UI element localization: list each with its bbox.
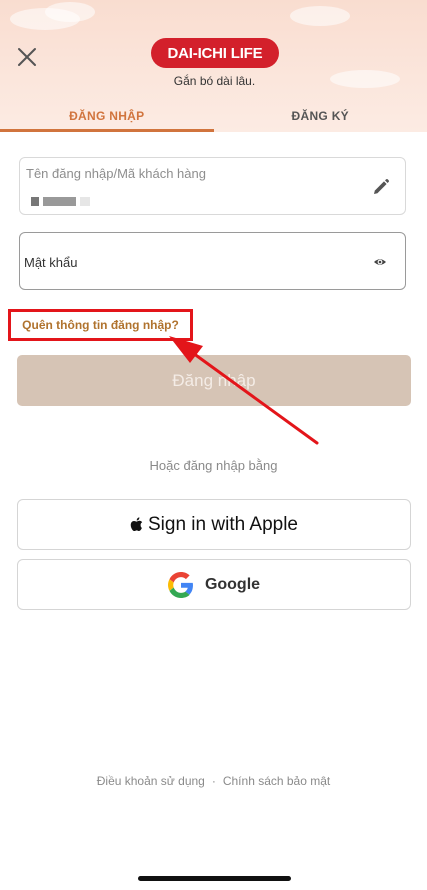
tab-register[interactable]: ĐĂNG KÝ: [214, 99, 427, 132]
cloud-decoration: [45, 2, 95, 22]
forgot-highlight-box: Quên thông tin đăng nhập?: [8, 309, 193, 341]
footer-separator: ·: [211, 774, 216, 788]
home-indicator: [138, 876, 291, 881]
tab-login[interactable]: ĐĂNG NHẬP: [0, 99, 214, 132]
close-button[interactable]: [14, 44, 40, 70]
login-button[interactable]: Đăng nhập: [17, 355, 411, 406]
username-label: Tên đăng nhập/Mã khách hàng: [26, 166, 206, 181]
or-login-with-text: Hoặc đăng nhập bằng: [149, 458, 278, 473]
forgot-credentials-link[interactable]: Quên thông tin đăng nhập?: [22, 318, 179, 332]
password-field[interactable]: Mật khẩu: [19, 232, 406, 290]
footer-links: Điều khoản sử dụng · Chính sách bảo mật: [0, 774, 427, 788]
username-masked-value: [31, 197, 90, 206]
google-button-label: Google: [204, 575, 261, 593]
dai-ichi-life-logo: DAI-ICHI LIFE: [151, 38, 279, 68]
pencil-icon[interactable]: [371, 177, 391, 197]
apple-button-label: Sign in with Apple: [148, 513, 298, 535]
annotation-arrow: [169, 336, 319, 445]
terms-of-use-link[interactable]: Điều khoản sử dụng: [97, 774, 205, 788]
apple-icon: [130, 517, 143, 532]
password-label: Mật khẩu: [24, 255, 78, 270]
auth-tabs: ĐĂNG NHẬP ĐĂNG KÝ: [0, 99, 427, 132]
sign-in-with-apple-button[interactable]: Sign in with Apple: [17, 499, 411, 550]
privacy-policy-link[interactable]: Chính sách bảo mật: [223, 774, 330, 788]
close-icon: [18, 48, 36, 66]
username-field[interactable]: Tên đăng nhập/Mã khách hàng: [19, 157, 406, 215]
eye-icon[interactable]: [373, 255, 387, 269]
active-tab-indicator: [0, 129, 214, 132]
tagline: Gắn bó dài lâu.: [173, 74, 256, 88]
cloud-decoration: [290, 6, 350, 26]
google-sign-in-button[interactable]: Google: [17, 559, 411, 610]
google-icon: [167, 571, 193, 598]
